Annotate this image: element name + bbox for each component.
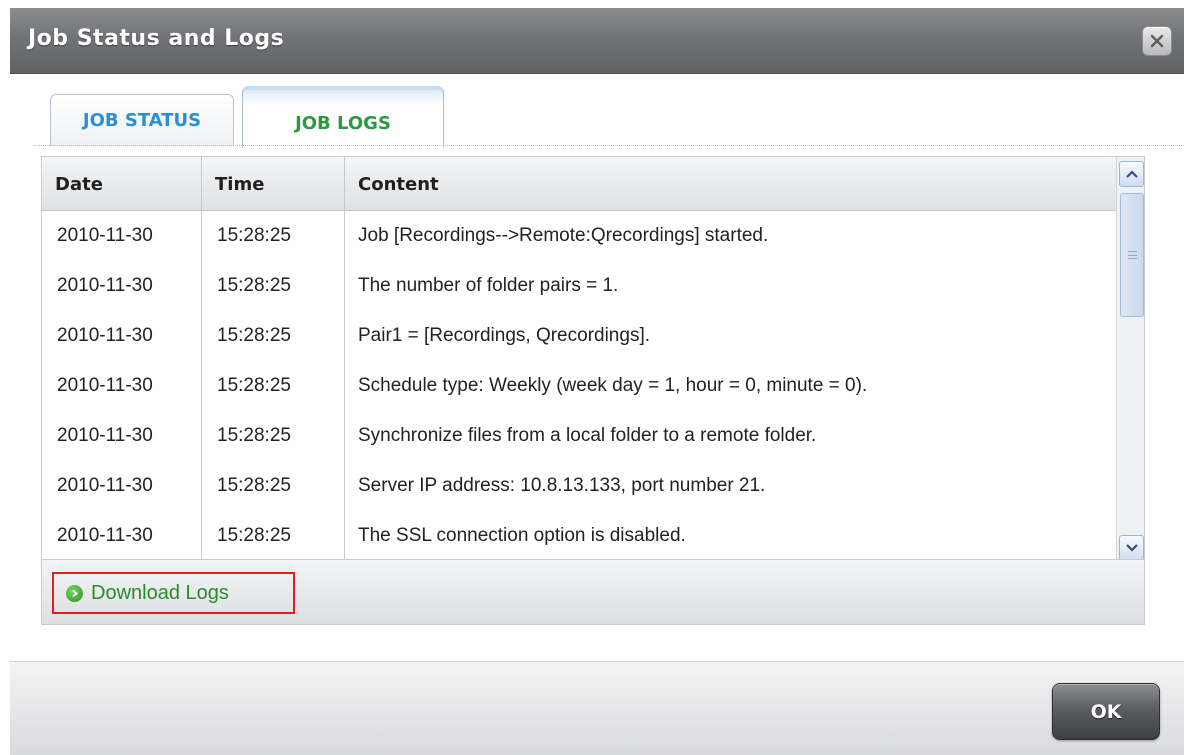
logs-grid: Date Time Content 2010-11-30 15:28:25 Jo… <box>41 156 1145 625</box>
tab-divider <box>34 145 1184 146</box>
ok-button[interactable]: OK <box>1052 683 1160 740</box>
table-row[interactable]: 2010-11-30 15:28:25 Pair1 = [Recordings,… <box>42 311 1116 361</box>
cell-content: Server IP address: 10.8.13.133, port num… <box>358 475 766 496</box>
cell-content: Schedule type: Weekly (week day = 1, hou… <box>358 375 868 396</box>
grid-footer: Download Logs <box>42 559 1144 624</box>
job-status-dialog: Job Status and Logs JOB STATUS JOB LOGS … <box>0 0 1184 755</box>
cell-time: 15:28:25 <box>202 361 345 411</box>
green-arrow-icon <box>66 584 83 602</box>
cell-time: 15:28:25 <box>202 461 345 511</box>
table-row[interactable]: 2010-11-30 15:28:25 Job [Recordings-->Re… <box>42 211 1116 261</box>
cell-date: 2010-11-30 <box>42 361 202 411</box>
table-row[interactable]: 2010-11-30 15:28:25 Synchronize files fr… <box>42 411 1116 461</box>
scroll-thumb[interactable] <box>1120 193 1144 317</box>
cell-date: 2010-11-30 <box>42 461 202 511</box>
cell-time: 15:28:25 <box>202 261 345 311</box>
close-button[interactable] <box>1142 26 1172 56</box>
grid-rows: 2010-11-30 15:28:25 Job [Recordings-->Re… <box>42 211 1116 561</box>
column-header-time[interactable]: Time <box>202 157 345 211</box>
table-row[interactable]: 2010-11-30 15:28:25 Server IP address: 1… <box>42 461 1116 511</box>
column-header-content[interactable]: Content <box>345 157 1116 211</box>
cell-date: 2010-11-30 <box>42 311 202 361</box>
scroll-down-button[interactable] <box>1119 535 1144 561</box>
tab-job-status[interactable]: JOB STATUS <box>50 94 234 146</box>
cell-time: 15:28:25 <box>202 311 345 361</box>
table-row[interactable]: 2010-11-30 15:28:25 The SSL connection o… <box>42 511 1116 561</box>
cell-content: Job [Recordings-->Remote:Qrecordings] st… <box>358 225 769 246</box>
tab-job-logs[interactable]: JOB LOGS <box>242 86 444 148</box>
cell-content: The SSL connection option is disabled. <box>358 525 686 546</box>
download-logs-label: Download Logs <box>91 581 229 604</box>
cell-content: The number of folder pairs = 1. <box>358 275 619 296</box>
cell-date: 2010-11-30 <box>42 211 202 261</box>
table-row[interactable]: 2010-11-30 15:28:25 The number of folder… <box>42 261 1116 311</box>
grid-header: Date Time Content <box>42 157 1116 211</box>
dialog-button-bar <box>10 662 1184 755</box>
vertical-scrollbar[interactable] <box>1116 157 1144 561</box>
dialog-title: Job Status and Logs <box>28 26 285 51</box>
download-logs-button[interactable]: Download Logs <box>52 572 295 614</box>
cell-time: 15:28:25 <box>202 511 345 561</box>
chevron-down-icon <box>1125 544 1138 552</box>
cell-date: 2010-11-30 <box>42 261 202 311</box>
table-row[interactable]: 2010-11-30 15:28:25 Schedule type: Weekl… <box>42 361 1116 411</box>
chevron-up-icon <box>1125 170 1138 178</box>
scroll-up-button[interactable] <box>1119 161 1144 187</box>
cell-time: 15:28:25 <box>202 411 345 461</box>
cell-date: 2010-11-30 <box>42 411 202 461</box>
cell-content: Synchronize files from a local folder to… <box>358 425 817 446</box>
column-header-date[interactable]: Date <box>42 157 202 211</box>
cell-content: Pair1 = [Recordings, Qrecordings]. <box>358 325 650 346</box>
grip-icon <box>1128 251 1137 259</box>
cell-date: 2010-11-30 <box>42 511 202 561</box>
close-x-icon <box>1150 34 1164 48</box>
cell-time: 15:28:25 <box>202 211 345 261</box>
title-bar[interactable]: Job Status and Logs <box>10 8 1184 74</box>
